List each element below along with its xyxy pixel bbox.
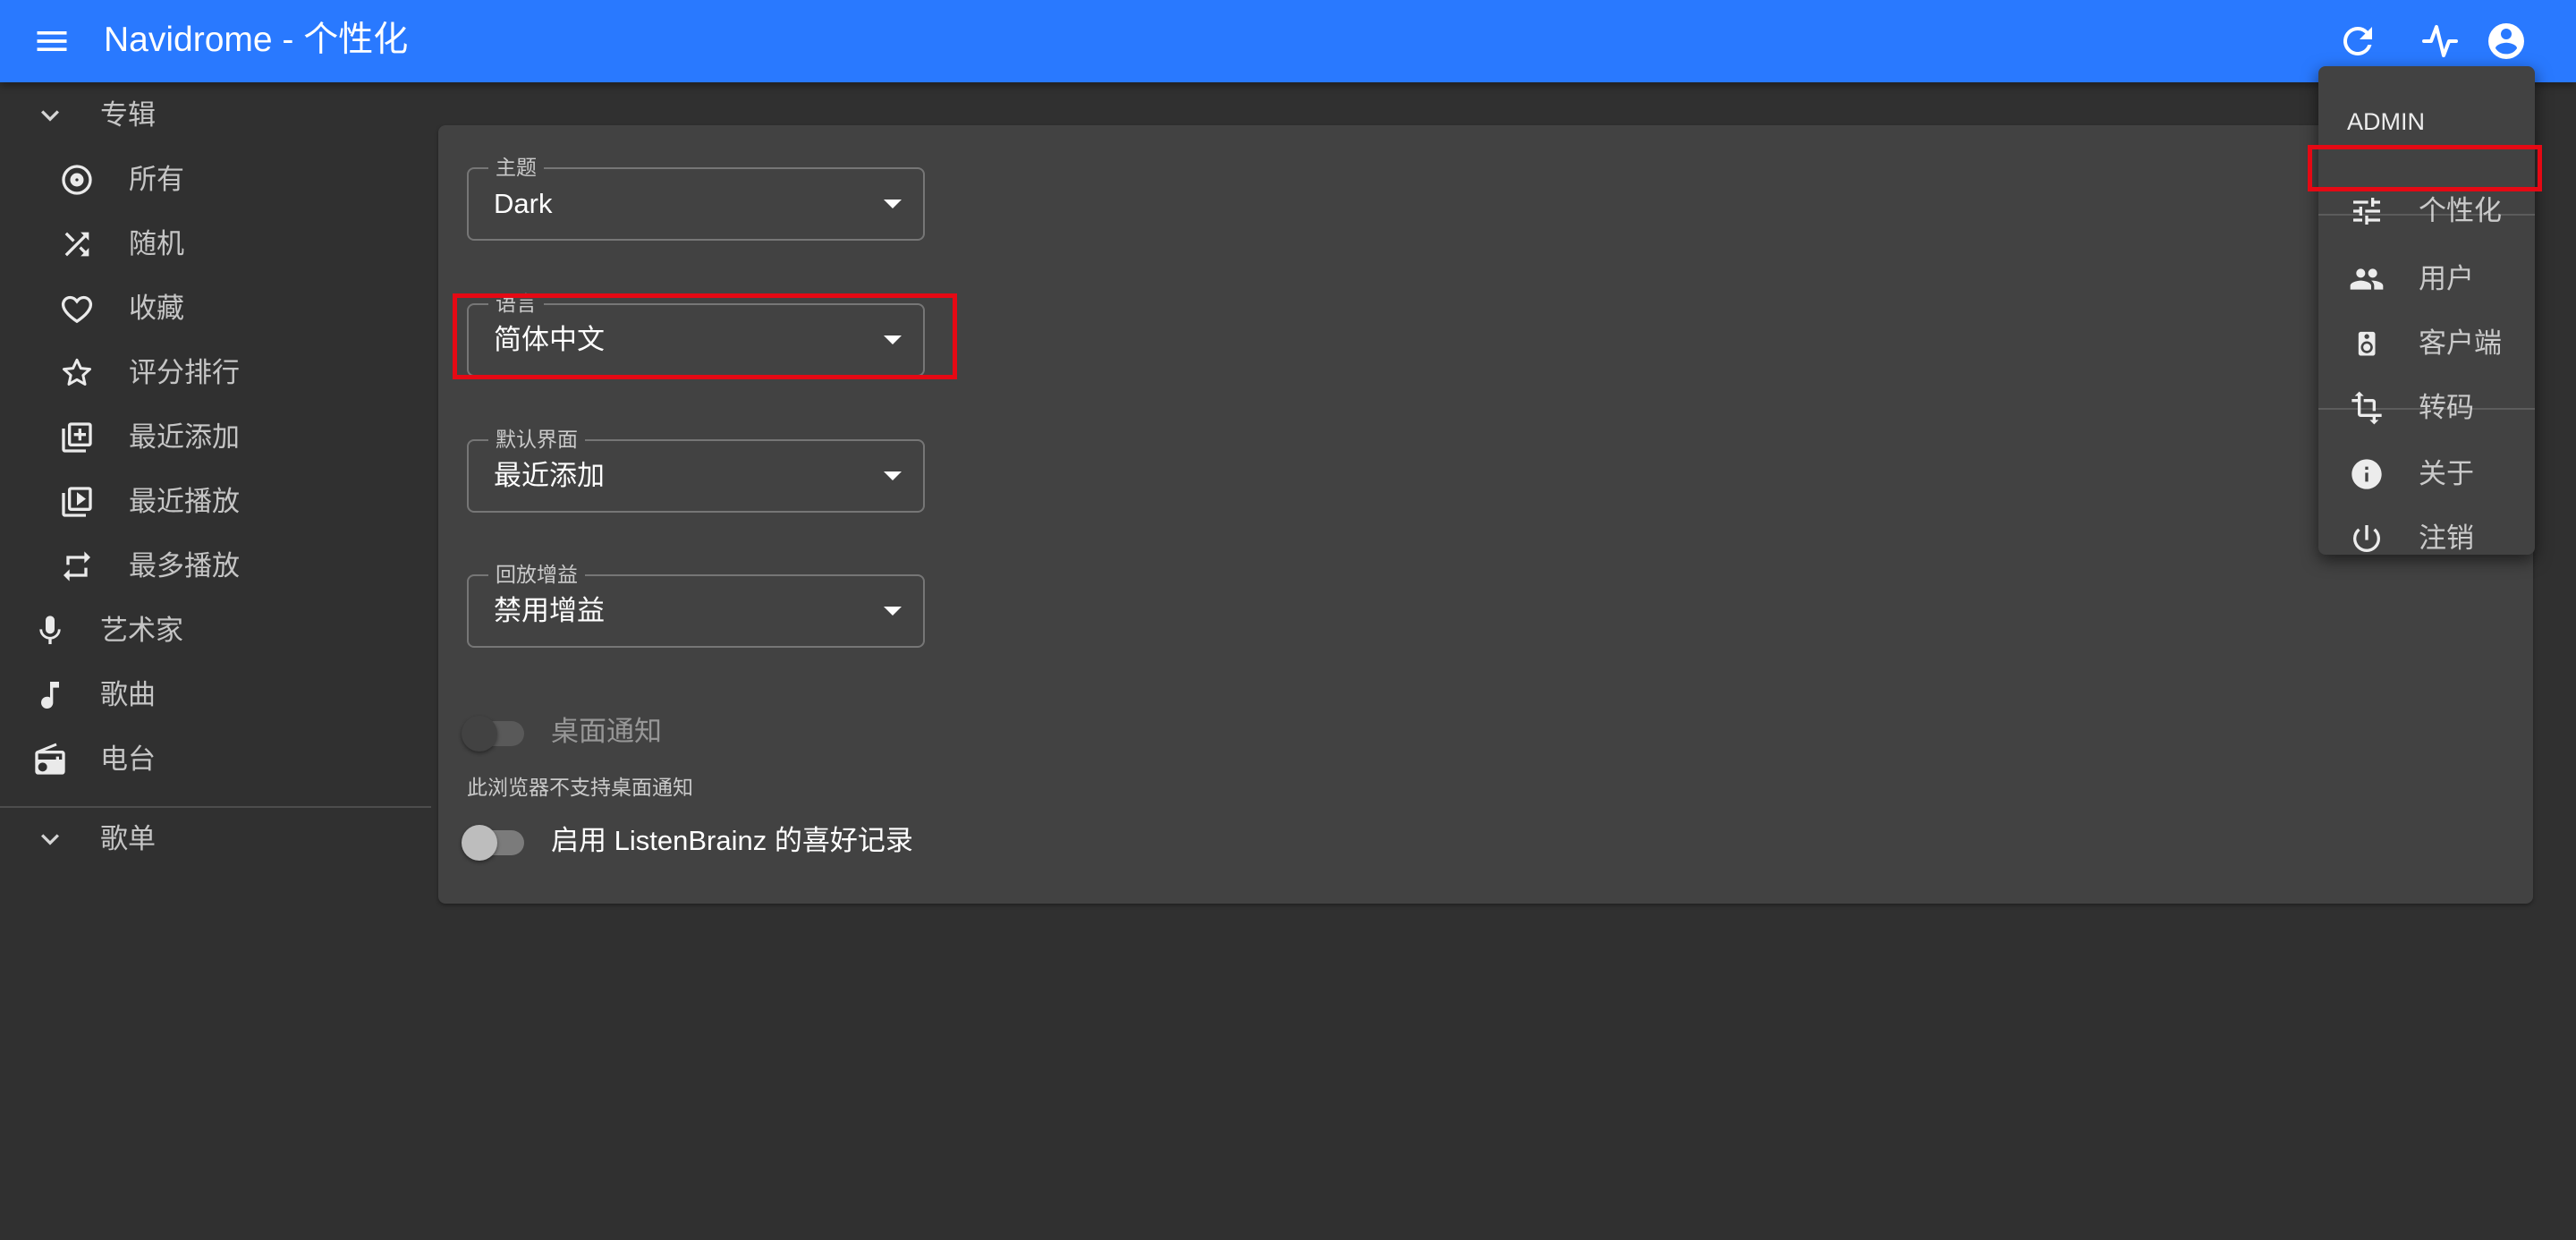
menu-item-label: 个性化 bbox=[2419, 195, 2502, 226]
sidebar-item-label: 收藏 bbox=[129, 293, 184, 324]
sidebar-item-recently-added[interactable]: 最近添加 bbox=[0, 405, 431, 470]
menu-item-players[interactable]: 客户端 bbox=[2318, 311, 2535, 376]
default-view-select[interactable]: 默认界面 最近添加 bbox=[467, 427, 925, 513]
info-icon bbox=[2349, 456, 2385, 492]
sidebar-group-playlists[interactable]: 歌单 bbox=[0, 807, 431, 871]
menu-divider bbox=[2318, 214, 2535, 216]
replay-gain-label: 回放增益 bbox=[488, 562, 585, 587]
sidebar-group-label: 专辑 bbox=[100, 99, 156, 131]
theme-select[interactable]: 主题 Dark bbox=[467, 155, 925, 241]
menu-item-personal[interactable]: 个性化 bbox=[2318, 179, 2535, 243]
menu-item-logout[interactable]: 注销 bbox=[2318, 506, 2535, 571]
star-icon bbox=[59, 355, 95, 391]
app-bar: Navidrome - 个性化 bbox=[0, 0, 2576, 82]
refresh-icon[interactable] bbox=[2336, 20, 2379, 63]
sidebar-item-favourites[interactable]: 收藏 bbox=[0, 276, 431, 341]
menu-item-label: 客户端 bbox=[2419, 327, 2502, 359]
sidebar-item-label: 艺术家 bbox=[100, 615, 183, 646]
chevron-down-icon bbox=[32, 821, 68, 857]
speaker-icon bbox=[2349, 326, 2385, 361]
sidebar-item-all[interactable]: 所有 bbox=[0, 148, 431, 212]
dropdown-arrow-icon bbox=[884, 200, 902, 208]
default-view-value: 最近添加 bbox=[494, 460, 605, 491]
language-label: 语言 bbox=[488, 291, 544, 316]
sidebar-item-label: 最近添加 bbox=[129, 421, 240, 453]
desktop-notifications-toggle[interactable] bbox=[462, 712, 533, 752]
sidebar-item-label: 最多播放 bbox=[129, 550, 240, 582]
notifications-helper-text: 此浏览器不支持桌面通知 bbox=[467, 776, 693, 799]
repeat-icon bbox=[59, 548, 95, 584]
personal-settings-card bbox=[438, 125, 2533, 904]
sidebar: 专辑 所有 随机 收藏 评分排行 最近添加 最近播放 最多播放 艺术家 歌曲 电… bbox=[0, 82, 431, 1240]
sidebar-group-albums[interactable]: 专辑 bbox=[0, 83, 431, 148]
sidebar-item-label: 评分排行 bbox=[129, 357, 240, 388]
page-title: Navidrome - 个性化 bbox=[104, 21, 409, 59]
menu-item-about[interactable]: 关于 bbox=[2318, 442, 2535, 506]
sidebar-item-random[interactable]: 随机 bbox=[0, 212, 431, 276]
dropdown-arrow-icon bbox=[884, 607, 902, 616]
album-icon bbox=[59, 162, 95, 198]
sidebar-item-radios[interactable]: 电台 bbox=[0, 727, 431, 792]
sidebar-item-most-played[interactable]: 最多播放 bbox=[0, 534, 431, 599]
dropdown-arrow-icon bbox=[884, 471, 902, 480]
listenbrainz-label: 启用 ListenBrainz 的喜好记录 bbox=[551, 825, 913, 856]
menu-item-users[interactable]: 用户 bbox=[2318, 247, 2535, 311]
replay-gain-value: 禁用增益 bbox=[494, 595, 605, 626]
replay-gain-select[interactable]: 回放增益 禁用增益 bbox=[467, 562, 925, 648]
desktop-notifications-label: 桌面通知 bbox=[551, 716, 662, 747]
language-value: 简体中文 bbox=[494, 324, 605, 355]
sidebar-item-label: 歌曲 bbox=[100, 679, 156, 710]
listenbrainz-toggle[interactable] bbox=[462, 821, 533, 861]
video-library-icon bbox=[59, 484, 95, 520]
chevron-down-icon bbox=[32, 98, 68, 133]
menu-divider bbox=[2318, 408, 2535, 410]
language-select[interactable]: 语言 简体中文 bbox=[467, 291, 925, 377]
radio-icon bbox=[32, 742, 68, 777]
menu-item-label: 关于 bbox=[2419, 458, 2474, 489]
menu-item-label: 注销 bbox=[2419, 522, 2474, 554]
sidebar-item-recently-played[interactable]: 最近播放 bbox=[0, 470, 431, 534]
sidebar-item-artists[interactable]: 艺术家 bbox=[0, 599, 431, 663]
heart-icon bbox=[59, 291, 95, 327]
theme-label: 主题 bbox=[488, 155, 544, 180]
sidebar-item-songs[interactable]: 歌曲 bbox=[0, 663, 431, 727]
activity-icon[interactable] bbox=[2419, 20, 2462, 63]
sidebar-item-label: 所有 bbox=[129, 164, 184, 195]
dropdown-arrow-icon bbox=[884, 335, 902, 344]
toggle-thumb bbox=[462, 825, 497, 861]
menu-icon[interactable] bbox=[32, 21, 72, 61]
shuffle-icon bbox=[59, 226, 95, 262]
sidebar-item-label: 最近播放 bbox=[129, 486, 240, 517]
sidebar-item-label: 随机 bbox=[129, 228, 184, 259]
microphone-icon bbox=[32, 613, 68, 649]
music-note-icon bbox=[32, 677, 68, 713]
toggle-thumb bbox=[462, 716, 497, 752]
sidebar-item-top-rated[interactable]: 评分排行 bbox=[0, 341, 431, 405]
sidebar-group-label: 歌单 bbox=[100, 823, 156, 854]
user-menu-header: ADMIN bbox=[2347, 108, 2425, 135]
sidebar-item-label: 电台 bbox=[100, 743, 156, 775]
default-view-label: 默认界面 bbox=[488, 427, 585, 452]
people-icon bbox=[2349, 261, 2385, 297]
tune-icon bbox=[2349, 193, 2385, 229]
library-add-icon bbox=[59, 420, 95, 455]
account-circle-icon[interactable] bbox=[2485, 20, 2528, 63]
menu-item-label: 用户 bbox=[2419, 263, 2474, 294]
theme-value: Dark bbox=[494, 188, 553, 219]
user-menu: ADMIN 个性化 用户 客户端 转码 关于 注销 bbox=[2318, 66, 2535, 555]
power-icon bbox=[2349, 521, 2385, 556]
